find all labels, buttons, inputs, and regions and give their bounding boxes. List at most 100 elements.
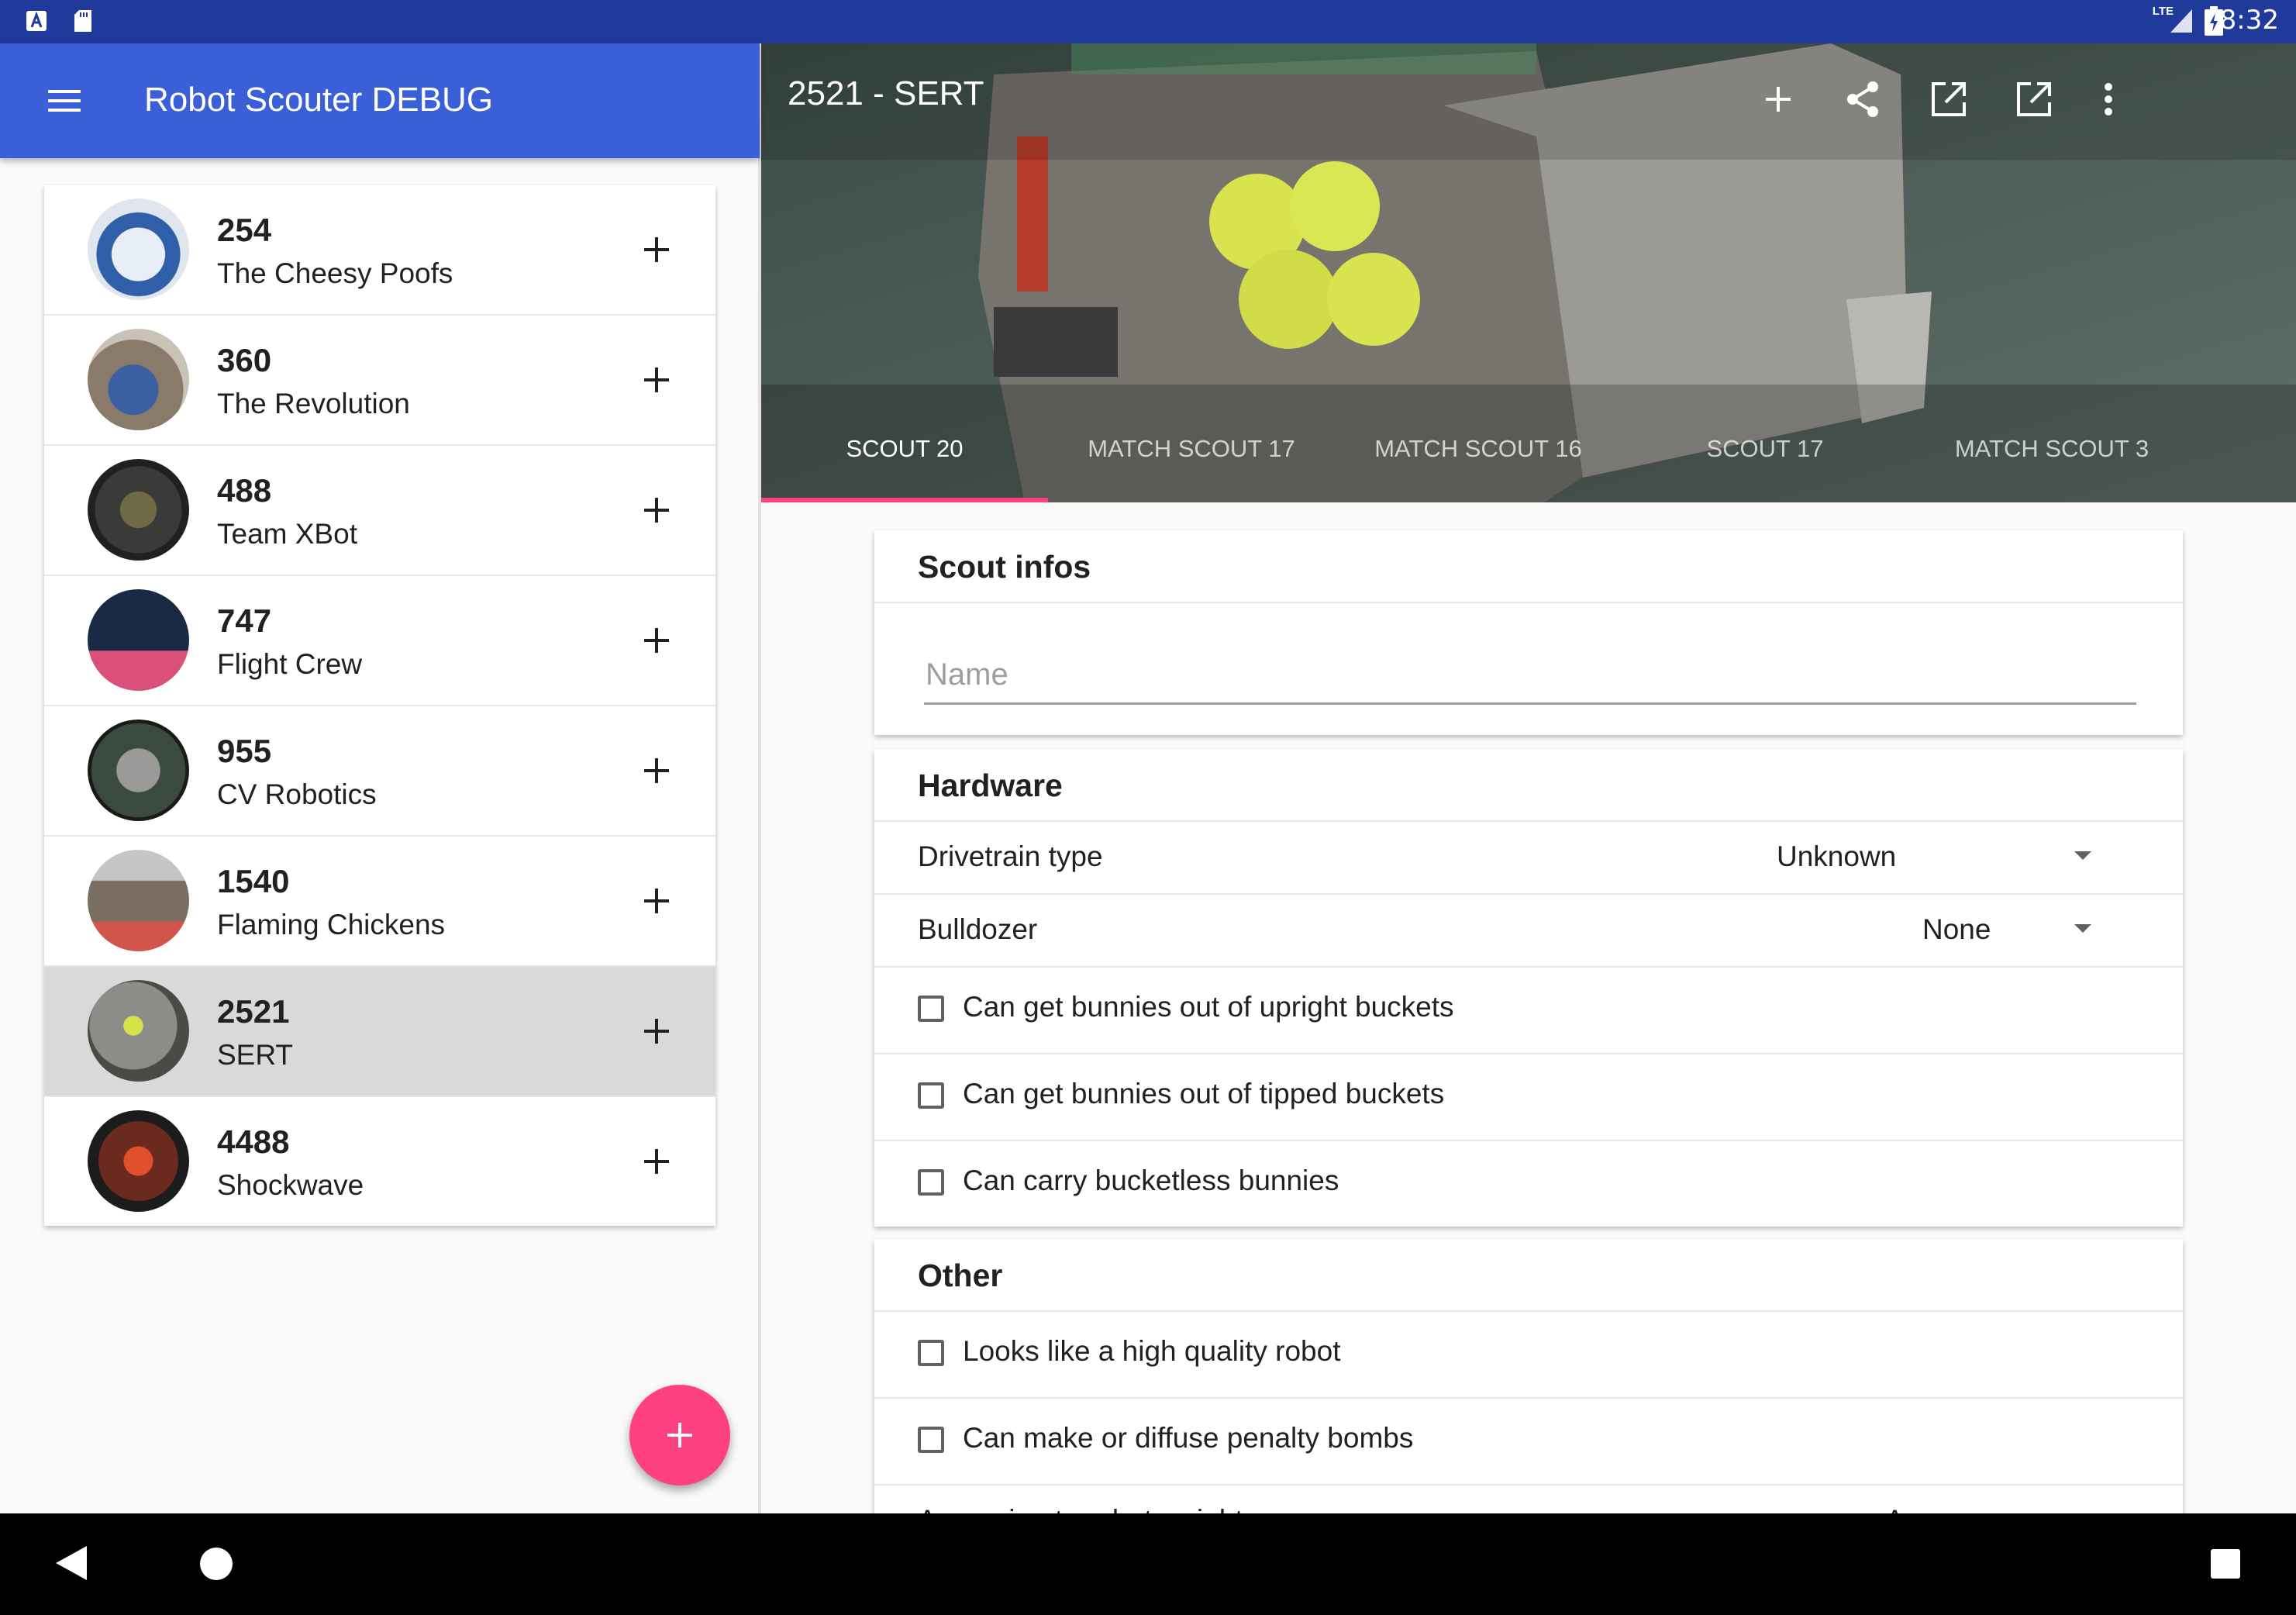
team-row[interactable]: 254 The Cheesy Poofs bbox=[44, 185, 715, 316]
spinner-label: Approximate robot weight bbox=[918, 1504, 1243, 1513]
tab-scout-17[interactable]: SCOUT 17 bbox=[1622, 409, 1908, 502]
signal-icon bbox=[2170, 9, 2192, 33]
back-icon[interactable] bbox=[56, 1546, 87, 1580]
dropdown-arrow-icon bbox=[2074, 851, 2091, 860]
hardware-card: Hardware Drivetrain type Unknown Bulldoz… bbox=[874, 749, 2183, 1227]
tab-match-scout-3[interactable]: MATCH SCOUT 3 bbox=[1908, 409, 2195, 502]
card-title: Scout infos bbox=[918, 549, 1091, 585]
team-row[interactable]: 488 Team XBot bbox=[44, 446, 715, 576]
team-row[interactable]: 747 Flight Crew bbox=[44, 576, 715, 706]
tab-scout-20[interactable]: SCOUT 20 bbox=[761, 409, 1048, 502]
checkbox-label: Can get bunnies out of upright buckets bbox=[963, 991, 1454, 1023]
team-row[interactable]: 360 The Revolution bbox=[44, 316, 715, 446]
more-vert-icon[interactable] bbox=[2087, 78, 2130, 121]
add-scout-plus-icon[interactable] bbox=[633, 1138, 680, 1185]
checkbox-row[interactable]: Can make or diffuse penalty bombs bbox=[874, 1399, 2183, 1486]
add-scout-plus-icon[interactable] bbox=[633, 226, 680, 273]
team-row[interactable]: 1540 Flaming Chickens bbox=[44, 837, 715, 967]
team-header: 2521 - SERT SCOUT 20 MATCH SCOUT 17 MATC… bbox=[761, 43, 2296, 502]
checkbox[interactable] bbox=[918, 1169, 944, 1196]
dropdown-arrow-icon bbox=[2074, 924, 2091, 933]
spinner-label: Bulldozer bbox=[918, 913, 1038, 945]
checkbox-row[interactable]: Looks like a high quality robot bbox=[874, 1312, 2183, 1399]
team-number: 254 bbox=[217, 212, 272, 248]
add-scout-plus-icon[interactable] bbox=[633, 617, 680, 664]
team-name: Flaming Chickens bbox=[217, 909, 446, 940]
team-number: 488 bbox=[217, 472, 272, 509]
card-header: Hardware bbox=[874, 749, 2183, 822]
checkbox[interactable] bbox=[918, 1082, 944, 1109]
team-name: Flight Crew bbox=[217, 648, 363, 680]
team-avatar bbox=[88, 198, 189, 300]
add-scout-plus-icon[interactable] bbox=[633, 357, 680, 403]
checkbox-row[interactable]: Can get bunnies out of tipped buckets bbox=[874, 1054, 2183, 1141]
plus-icon bbox=[667, 1423, 692, 1448]
add-scout-plus-icon[interactable] bbox=[633, 487, 680, 533]
scout-content: Scout infos Hardware Drivetrain type Unk… bbox=[761, 502, 2296, 1513]
checkbox-label: Can make or diffuse penalty bombs bbox=[963, 1422, 1414, 1454]
card-title: Hardware bbox=[918, 768, 1063, 803]
team-avatar bbox=[88, 329, 189, 430]
drivetrain-spinner[interactable]: Drivetrain type Unknown bbox=[874, 822, 2183, 895]
team-avatar bbox=[88, 850, 189, 951]
system-nav-bar bbox=[0, 1513, 2296, 1615]
other-card: Other Looks like a high quality robot Ca… bbox=[874, 1239, 2183, 1513]
team-avatar bbox=[88, 980, 189, 1082]
status-bar: LTE 8:32 bbox=[0, 0, 2296, 43]
team-list-pane: 254 The Cheesy Poofs 360 The Revolution … bbox=[0, 158, 760, 1513]
spinner-value: Unknown bbox=[1777, 840, 1897, 872]
bulldozer-spinner[interactable]: Bulldozer None bbox=[874, 895, 2183, 968]
checkbox-label: Looks like a high quality robot bbox=[963, 1335, 1341, 1367]
team-avatar bbox=[88, 589, 189, 691]
team-name: Shockwave bbox=[217, 1169, 364, 1201]
team-row[interactable]: 4488 Shockwave bbox=[44, 1097, 715, 1226]
card-header: Other bbox=[874, 1239, 2183, 1312]
team-name: Team XBot bbox=[217, 518, 357, 550]
team-name: CV Robotics bbox=[217, 778, 377, 810]
add-icon[interactable] bbox=[1756, 78, 1800, 121]
add-scout-plus-icon[interactable] bbox=[633, 747, 680, 794]
team-avatar bbox=[88, 720, 189, 821]
team-name: SERT bbox=[217, 1039, 294, 1071]
spinner-value: Average bbox=[1885, 1504, 1991, 1513]
app-bar: Robot Scouter DEBUG bbox=[0, 43, 760, 158]
checkbox-row[interactable]: Can carry bucketless bunnies bbox=[874, 1141, 2183, 1227]
open-in-new-icon[interactable] bbox=[1927, 78, 1970, 121]
scout-infos-card: Scout infos bbox=[874, 530, 2183, 735]
team-row-selected[interactable]: 2521 SERT bbox=[44, 967, 715, 1097]
clock: 8:32 bbox=[2219, 5, 2279, 36]
team-name: The Cheesy Poofs bbox=[217, 257, 453, 289]
team-number: 360 bbox=[217, 342, 272, 378]
spinner-value: None bbox=[1922, 913, 1991, 945]
scout-name-input[interactable] bbox=[924, 647, 2136, 705]
checkbox[interactable] bbox=[918, 1427, 944, 1453]
open-in-new-icon[interactable] bbox=[2012, 78, 2056, 121]
add-scout-plus-icon[interactable] bbox=[633, 1008, 680, 1054]
a-notification-icon bbox=[26, 11, 47, 31]
team-number: 4488 bbox=[217, 1123, 290, 1160]
team-avatar bbox=[88, 459, 189, 561]
weight-spinner[interactable]: Approximate robot weight Average bbox=[874, 1486, 2183, 1513]
tab-match-scout-16[interactable]: MATCH SCOUT 16 bbox=[1335, 409, 1622, 502]
share-icon[interactable] bbox=[1842, 78, 1885, 121]
hamburger-menu-icon[interactable] bbox=[45, 84, 84, 118]
recents-icon[interactable] bbox=[2211, 1549, 2240, 1579]
spinner-label: Drivetrain type bbox=[918, 840, 1103, 872]
team-number: 2521 bbox=[217, 993, 290, 1030]
checkbox[interactable] bbox=[918, 996, 944, 1022]
tab-match-scout-17[interactable]: MATCH SCOUT 17 bbox=[1048, 409, 1335, 502]
team-list: 254 The Cheesy Poofs 360 The Revolution … bbox=[44, 185, 715, 1226]
team-row[interactable]: 955 CV Robotics bbox=[44, 706, 715, 837]
home-icon[interactable] bbox=[200, 1548, 233, 1580]
card-title: Other bbox=[918, 1258, 1003, 1293]
checkbox[interactable] bbox=[918, 1340, 944, 1366]
team-number: 1540 bbox=[217, 863, 290, 899]
checkbox-label: Can get bunnies out of tipped buckets bbox=[963, 1078, 1445, 1109]
team-avatar bbox=[88, 1110, 189, 1212]
checkbox-label: Can carry bucketless bunnies bbox=[963, 1165, 1339, 1196]
sd-card-icon bbox=[74, 10, 91, 32]
add-team-fab[interactable] bbox=[629, 1385, 730, 1486]
team-title: 2521 - SERT bbox=[788, 74, 984, 112]
checkbox-row[interactable]: Can get bunnies out of upright buckets bbox=[874, 968, 2183, 1054]
add-scout-plus-icon[interactable] bbox=[633, 878, 680, 924]
